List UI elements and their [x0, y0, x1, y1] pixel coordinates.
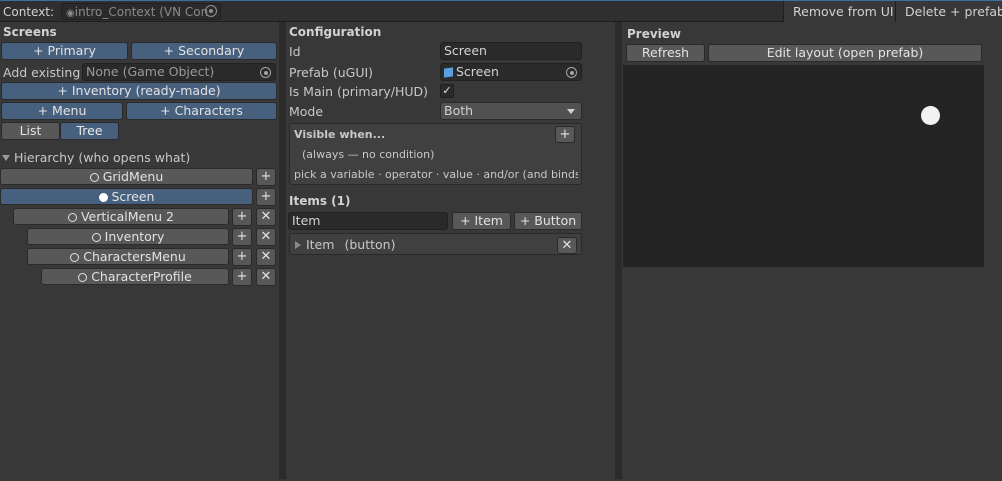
hierarchy-foldout[interactable]: Hierarchy (who opens what) [2, 150, 190, 165]
tree-item-label: Screen [111, 189, 155, 204]
remove-item-button[interactable]: ✕ [557, 237, 577, 254]
mode-dropdown[interactable]: Both [440, 102, 582, 120]
item-name-value: Item [292, 213, 321, 228]
prefab-value: Screen [456, 64, 499, 79]
items-title: Items (1) [289, 194, 351, 208]
context-label: Context: [3, 5, 55, 19]
refresh-button[interactable]: Refresh [626, 44, 705, 62]
is-main-checkbox[interactable]: ✓ [440, 84, 454, 98]
preview-title: Preview [627, 27, 682, 41]
visible-hint-text: pick a variable · operator · value · and… [294, 168, 578, 181]
tab-tree[interactable]: Tree [60, 122, 119, 140]
mode-label: Mode [289, 104, 324, 119]
item-row-name: Item [306, 237, 335, 252]
context-value: intro_Context (VN Con [74, 5, 209, 19]
add-button-button[interactable]: + Button [514, 212, 582, 230]
id-label: Id [289, 44, 301, 59]
add-existing-value: None (Game Object) [86, 64, 215, 79]
delete-prefab-button[interactable]: Delete + prefab [895, 1, 1002, 22]
add-child-button[interactable]: + [256, 168, 276, 186]
add-existing-field[interactable]: None (Game Object) [82, 63, 276, 81]
add-characters-button[interactable]: + Characters [126, 102, 277, 120]
mode-value: Both [444, 103, 474, 118]
add-child-button[interactable]: + [256, 188, 276, 206]
item-row-foldout[interactable]: Item (button) [295, 237, 395, 252]
foldout-arrow-icon [295, 241, 301, 249]
tree-item-charactersmenu[interactable]: CharactersMenu [27, 248, 229, 265]
tree-item-verticalmenu-2[interactable]: VerticalMenu 2 [13, 208, 229, 225]
visible-condition-text: (always — no condition) [302, 148, 435, 161]
panel-splitter[interactable] [615, 22, 622, 479]
screen-node-icon [67, 213, 77, 222]
add-condition-button[interactable]: + [555, 126, 575, 143]
object-picker-icon[interactable] [260, 67, 271, 78]
tab-list[interactable]: List [1, 122, 60, 140]
prefab-field[interactable]: Screen [440, 63, 582, 81]
tree-item-gridmenu[interactable]: GridMenu [0, 168, 253, 185]
add-child-button[interactable]: + [232, 248, 252, 266]
tree-item-label: GridMenu [102, 169, 164, 184]
prefab-icon [444, 67, 453, 78]
add-menu-button[interactable]: + Menu [1, 102, 123, 120]
remove-child-button[interactable]: ✕ [256, 268, 276, 286]
preview-viewport[interactable] [623, 65, 984, 267]
add-inventory-button[interactable]: + Inventory (ready-made) [1, 82, 277, 100]
context-toolbar: Context: ◉intro_Context (VN Con Remove f… [0, 0, 1002, 22]
item-row-type: (button) [344, 237, 396, 252]
edit-layout-button[interactable]: Edit layout (open prefab) [708, 44, 982, 62]
tree-item-label: Inventory [104, 229, 165, 244]
add-child-button[interactable]: + [232, 228, 252, 246]
object-picker-icon[interactable] [205, 5, 217, 17]
preview-cursor-dot [921, 106, 940, 125]
tree-item-screen[interactable]: Screen [0, 188, 253, 205]
add-child-button[interactable]: + [232, 208, 252, 226]
add-secondary-button[interactable]: + Secondary [131, 42, 277, 60]
item-name-input[interactable]: Item [288, 212, 448, 230]
panel-splitter[interactable] [279, 22, 286, 479]
screen-node-icon [89, 173, 99, 182]
remove-child-button[interactable]: ✕ [256, 208, 276, 226]
screens-title: Screens [3, 25, 57, 39]
add-primary-button[interactable]: + Primary [1, 42, 128, 60]
object-picker-icon[interactable] [566, 67, 577, 78]
remove-child-button[interactable]: ✕ [256, 228, 276, 246]
screen-node-icon [98, 193, 108, 202]
foldout-arrow-icon [2, 155, 10, 161]
screen-node-icon [78, 273, 88, 282]
chevron-down-icon [567, 109, 575, 114]
scriptable-object-icon: ◉ [66, 8, 75, 19]
configuration-title: Configuration [289, 25, 382, 39]
hierarchy-label: Hierarchy (who opens what) [14, 150, 191, 165]
tree-item-label: CharacterProfile [91, 269, 192, 284]
id-value: Screen [444, 43, 487, 58]
add-item-button[interactable]: + Item [452, 212, 511, 230]
is-main-label: Is Main (primary/HUD) [289, 84, 429, 99]
tree-item-label: CharactersMenu [83, 249, 186, 264]
tree-item-inventory[interactable]: Inventory [27, 228, 229, 245]
tree-item-label: VerticalMenu 2 [80, 209, 175, 224]
screen-node-icon [70, 253, 80, 262]
tree-item-characterprofile[interactable]: CharacterProfile [41, 268, 229, 285]
prefab-label: Prefab (uGUI) [289, 65, 374, 80]
id-field[interactable]: Screen [440, 42, 582, 60]
context-field[interactable]: ◉intro_Context (VN Con [61, 3, 221, 20]
remove-from-ui-button[interactable]: Remove from UI [783, 1, 895, 22]
visible-when-title: Visible when... [294, 128, 386, 141]
add-existing-label: Add existing [3, 65, 81, 80]
remove-child-button[interactable]: ✕ [256, 248, 276, 266]
add-child-button[interactable]: + [232, 268, 252, 286]
screen-node-icon [91, 233, 101, 242]
